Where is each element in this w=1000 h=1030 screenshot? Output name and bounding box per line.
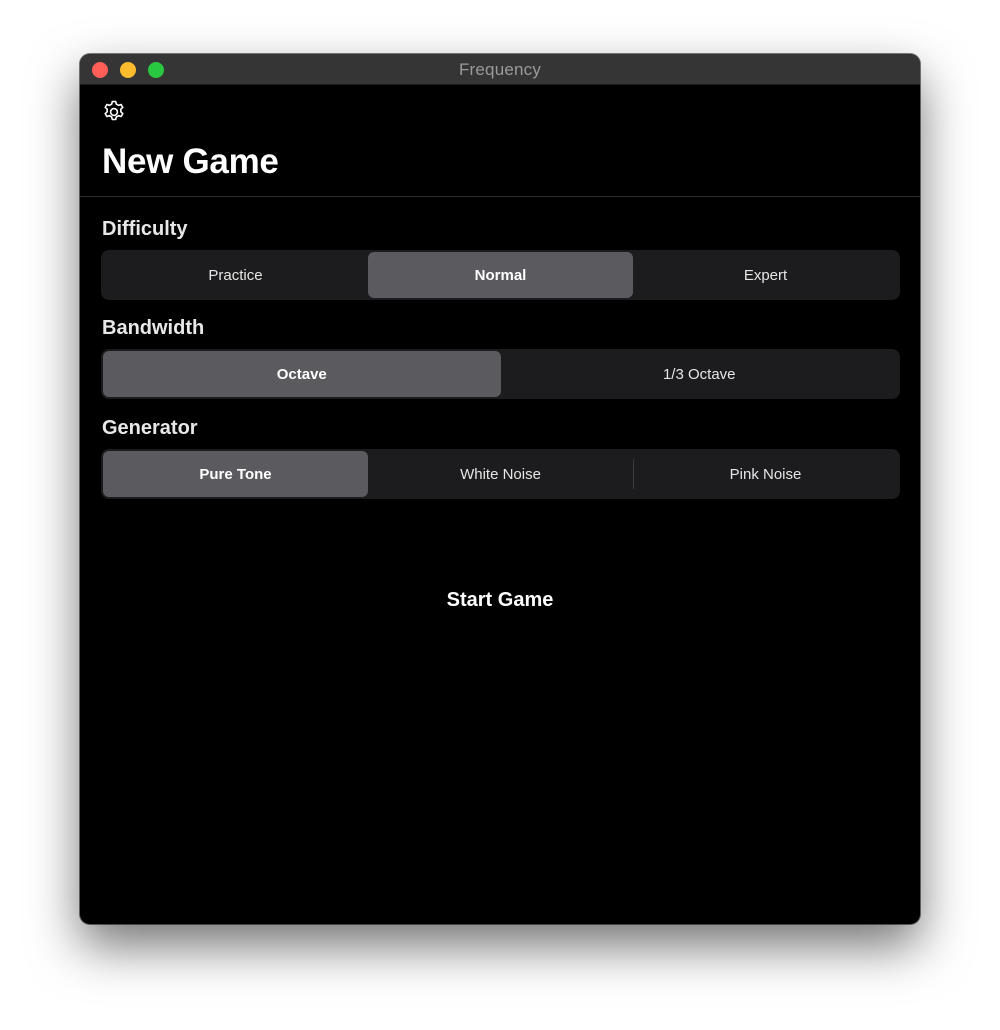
difficulty-segmented-control: Practice Normal Expert <box>101 250 900 300</box>
page-title: New Game <box>102 142 279 181</box>
generator-label: Generator <box>102 417 198 439</box>
difficulty-label: Difficulty <box>102 218 188 240</box>
gear-icon <box>104 100 124 121</box>
header-divider <box>80 196 920 197</box>
bandwidth-option-third-octave[interactable]: 1/3 Octave <box>501 351 899 397</box>
start-game-button[interactable]: Start Game <box>400 582 600 618</box>
app-window: Frequency New Game Difficulty Practice N… <box>80 54 920 924</box>
window-title: Frequency <box>458 60 542 79</box>
settings-button[interactable] <box>100 98 128 126</box>
generator-option-pink-noise[interactable]: Pink Noise <box>633 451 898 497</box>
difficulty-option-expert[interactable]: Expert <box>633 252 898 298</box>
bandwidth-option-octave[interactable]: Octave <box>103 351 501 397</box>
difficulty-option-practice[interactable]: Practice <box>103 252 368 298</box>
bandwidth-label: Bandwidth <box>102 317 205 339</box>
generator-segmented-control: Pure Tone White Noise Pink Noise <box>101 449 900 499</box>
title-bar[interactable]: Frequency <box>80 54 920 85</box>
generator-option-pure-tone[interactable]: Pure Tone <box>103 451 368 497</box>
generator-option-white-noise[interactable]: White Noise <box>368 451 633 497</box>
bandwidth-segmented-control: Octave 1/3 Octave <box>101 349 900 399</box>
difficulty-option-normal[interactable]: Normal <box>368 252 633 298</box>
